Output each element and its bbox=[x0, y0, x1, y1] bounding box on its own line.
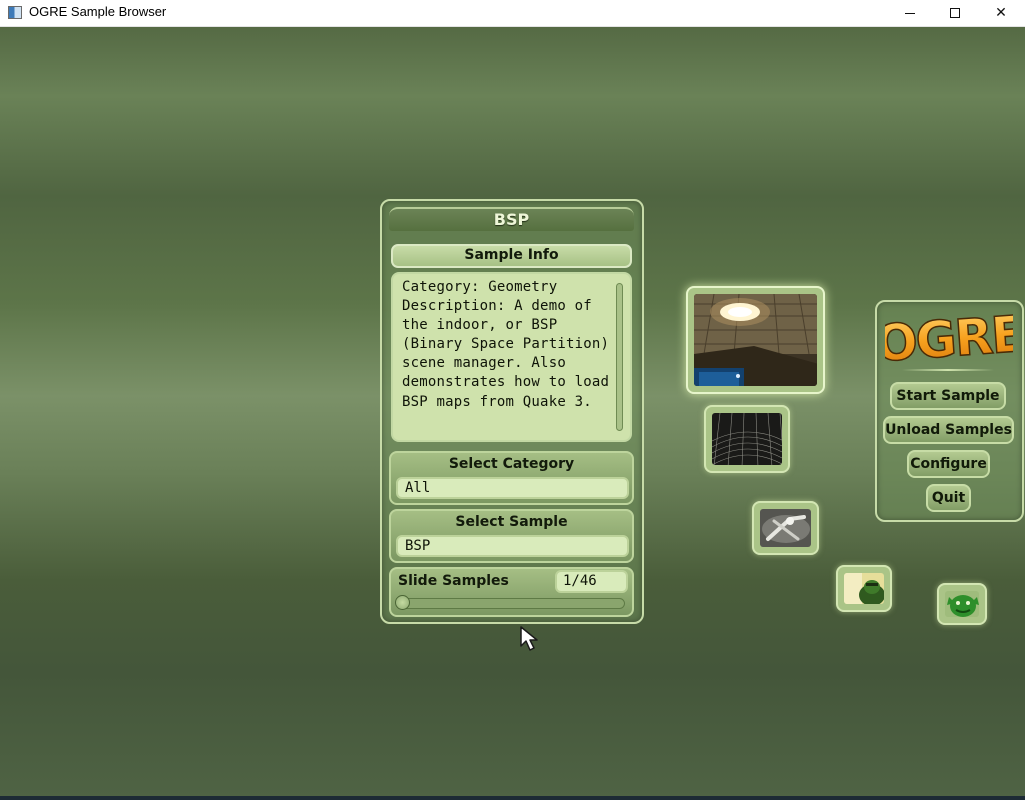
close-icon: ✕ bbox=[995, 5, 1007, 21]
unload-samples-button[interactable]: Unload Samples bbox=[883, 416, 1014, 444]
character-thumbnail[interactable] bbox=[836, 565, 892, 612]
ogre-head-thumbnail[interactable] bbox=[937, 583, 987, 625]
maximize-button[interactable] bbox=[932, 0, 978, 26]
character-image bbox=[844, 573, 884, 604]
bones-image bbox=[760, 509, 811, 547]
maximize-icon bbox=[950, 8, 960, 18]
window-title: OGRE Sample Browser bbox=[29, 4, 167, 19]
start-sample-button[interactable]: Start Sample bbox=[890, 382, 1006, 410]
ogre-logo: OGRE bbox=[873, 304, 1025, 374]
green-character-icon bbox=[844, 573, 884, 604]
sample-info-label: Sample Info bbox=[464, 247, 559, 263]
bones-xray-icon bbox=[760, 509, 811, 547]
slide-samples-label: Slide Samples bbox=[398, 573, 509, 589]
ogre-logo-image: OGRE bbox=[873, 304, 1025, 374]
logo-divider bbox=[902, 369, 994, 371]
select-category-label: Select Category bbox=[448, 456, 575, 472]
wireframe-thumbnail[interactable] bbox=[704, 405, 790, 473]
slide-samples-slider[interactable] bbox=[396, 598, 625, 609]
close-button[interactable]: ✕ bbox=[978, 0, 1024, 26]
sample-info-text: Category: Geometry Description: A demo o… bbox=[402, 279, 610, 410]
bsp-room-image bbox=[694, 294, 817, 386]
green-ogre-head-icon bbox=[945, 591, 979, 617]
sample-info-scrollbar[interactable] bbox=[616, 283, 623, 431]
configure-button[interactable]: Configure bbox=[907, 450, 990, 478]
slide-samples-slider-knob[interactable] bbox=[395, 595, 410, 610]
mouse-cursor-icon bbox=[520, 626, 538, 651]
window-titlebar: OGRE Sample Browser ✕ bbox=[0, 0, 1025, 27]
minimize-button[interactable] bbox=[887, 0, 933, 26]
bsp-thumbnail[interactable] bbox=[686, 286, 825, 394]
minimize-icon bbox=[905, 12, 915, 14]
select-category-dropdown[interactable]: All bbox=[396, 477, 629, 499]
app-icon bbox=[8, 6, 22, 19]
logo-text: OGRE bbox=[885, 306, 1013, 364]
ogre-head-image bbox=[945, 591, 979, 617]
select-sample-dropdown[interactable]: BSP bbox=[396, 535, 629, 557]
bsp-room-icon bbox=[694, 294, 817, 386]
bones-thumbnail[interactable] bbox=[752, 501, 819, 555]
slide-samples-counter: 1/46 bbox=[555, 570, 628, 593]
select-sample-label: Select Sample bbox=[455, 514, 568, 530]
wireframe-grid-icon bbox=[712, 413, 782, 465]
taskbar-edge bbox=[0, 796, 1025, 800]
wireframe-image bbox=[712, 413, 782, 465]
sample-title: BSP bbox=[493, 210, 530, 229]
quit-button[interactable]: Quit bbox=[926, 484, 971, 512]
